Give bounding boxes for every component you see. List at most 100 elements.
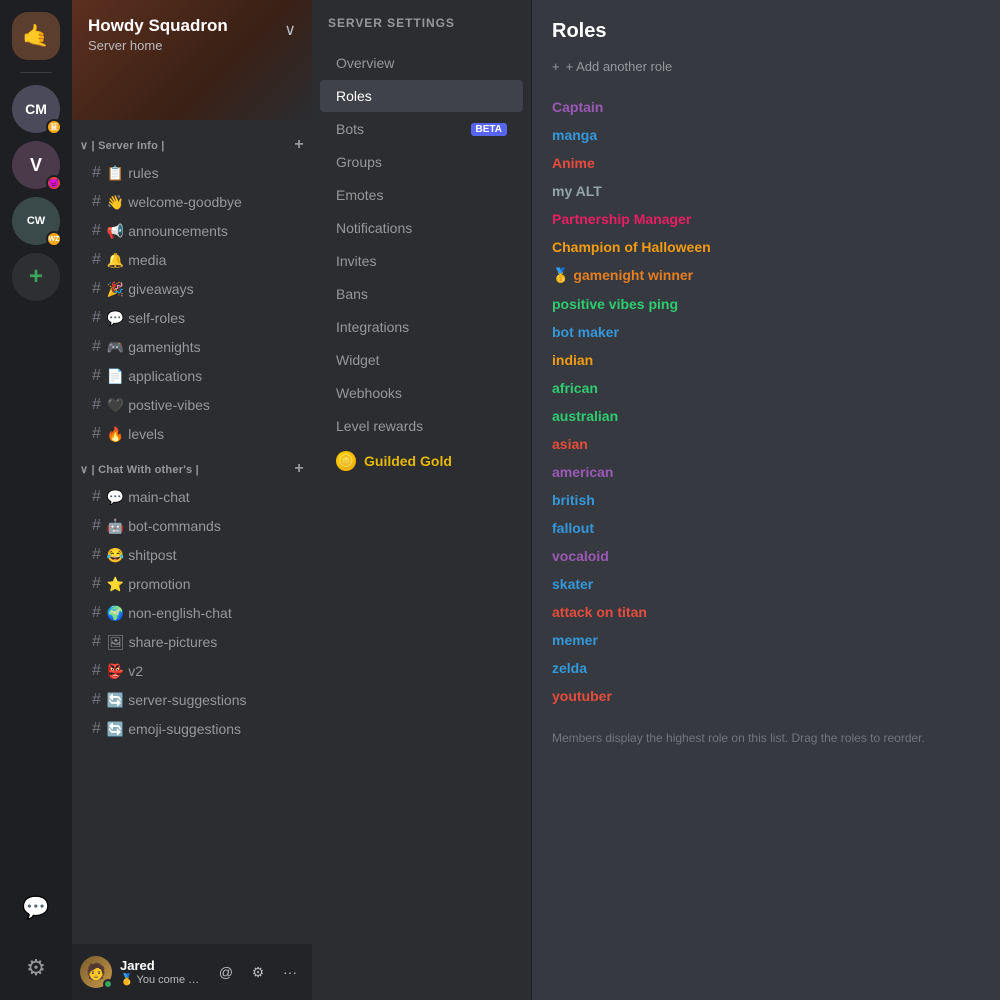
channel-bot-commands[interactable]: # 🤖 bot-commands [80,512,304,540]
channel-v2[interactable]: # 👺 v2 [80,657,304,685]
settings-panel-title: Server settings [312,0,531,46]
add-role-button[interactable]: + + Add another role [552,59,980,74]
settings-item-level-rewards[interactable]: Level rewards [320,410,523,442]
channel-giveaways[interactable]: # 🎉 giveaways [80,275,304,303]
role-item[interactable]: Captain [552,94,980,120]
active-server-icon[interactable]: 🤙 [12,12,60,60]
role-item[interactable]: bot maker [552,319,980,345]
add-channel-server-info[interactable]: + [294,136,304,154]
settings-item-invites[interactable]: Invites [320,245,523,277]
channel-emoji-suggestions[interactable]: # 🔄 emoji-suggestions [80,715,304,743]
channel-main-chat[interactable]: # 💬 main-chat [80,483,304,511]
role-item[interactable]: positive vibes ping [552,291,980,317]
role-item[interactable]: australian [552,403,980,429]
channel-non-english-chat[interactable]: # 🌍 non-english-chat [80,599,304,627]
role-item[interactable]: african [552,375,980,401]
role-item[interactable]: indian [552,347,980,373]
channel-promotion[interactable]: # ⭐ promotion [80,570,304,598]
role-item[interactable]: attack on titan [552,599,980,625]
role-item[interactable]: vocaloid [552,543,980,569]
hash-icon: # [92,280,101,298]
role-item[interactable]: american [552,459,980,485]
channel-applications[interactable]: # 📄 applications [80,362,304,390]
hash-icon: # [92,720,101,738]
add-server-button[interactable]: + [12,253,60,301]
mention-button[interactable]: @ [212,958,240,986]
channel-levels[interactable]: # 🔥 levels [80,420,304,448]
channel-announcements[interactable]: # 📢 announcements [80,217,304,245]
category-label: ∨ | Server Info | [80,139,165,152]
at-icon: @ [219,964,233,980]
hash-icon: # [92,425,101,443]
user-settings-button[interactable]: ⚙ [244,958,272,986]
settings-item-widget[interactable]: Widget [320,344,523,376]
channel-share-pictures[interactable]: # 🖼 share-pictures [80,628,304,656]
hash-icon: # [92,193,101,211]
settings-item-webhooks[interactable]: Webhooks [320,377,523,409]
role-item[interactable]: Partnership Manager [552,206,980,232]
hash-icon: # [92,338,101,356]
more-options-button[interactable]: ··· [276,958,304,986]
category-chat-others: ∨ | Chat With other's | + # 💬 main-chat … [72,452,312,743]
guilded-gold-label: Guilded Gold [364,453,452,469]
role-item[interactable]: youtuber [552,683,980,709]
server-header[interactable]: Howdy Squadron Server home ∨ [72,0,312,120]
user-settings-icon-btn[interactable]: ⚙ [12,944,60,992]
role-item[interactable]: fallout [552,515,980,541]
settings-item-integrations[interactable]: Integrations [320,311,523,343]
server-icon-cm[interactable]: CM 🇲 [12,85,60,133]
hash-icon: # [92,633,101,651]
channel-media[interactable]: # 🔔 media [80,246,304,274]
server-header-info: Howdy Squadron Server home [88,16,228,53]
settings-item-bans[interactable]: Bans [320,278,523,310]
guilded-gold-item[interactable]: 🪙 Guilded Gold [320,443,523,479]
user-info: Jared 🥇 You come again... [120,958,204,986]
server-dropdown-chevron[interactable]: ∨ [284,20,296,40]
settings-item-roles[interactable]: Roles [320,80,523,112]
dm-icon[interactable]: 💬 [12,884,60,932]
channel-gamenights[interactable]: # 🎮 gamenights [80,333,304,361]
roles-list: CaptainmangaAnimemy ALTPartnership Manag… [552,94,980,709]
role-item[interactable]: manga [552,122,980,148]
hash-icon: # [92,367,101,385]
settings-item-overview[interactable]: Overview [320,47,523,79]
settings-nav-panel: Server settings Overview Roles Bots BETA… [312,0,532,1000]
role-item[interactable]: Champion of Halloween [552,234,980,260]
settings-item-groups[interactable]: Groups [320,146,523,178]
channel-welcome-goodbye[interactable]: # 👋 welcome-goodbye [80,188,304,216]
server-icon-label: CW [27,215,45,227]
role-item[interactable]: memer [552,627,980,653]
ellipsis-icon: ··· [283,964,297,980]
role-item[interactable]: british [552,487,980,513]
role-item[interactable]: my ALT [552,178,980,204]
channel-server-suggestions[interactable]: # 🔄 server-suggestions [80,686,304,714]
server-badge-cm: 🇲 [46,119,62,135]
roles-panel-title: Roles [552,20,980,43]
channel-shitpost[interactable]: # 😂 shitpost [80,541,304,569]
channels-list: ∨ | Server Info | + # 📋 rules # 👋 welcom… [72,120,312,944]
server-icon-label: V [30,155,42,176]
settings-item-bots[interactable]: Bots BETA [320,113,523,145]
hash-icon: # [92,691,101,709]
channel-postive-vibes[interactable]: # 🖤 postive-vibes [80,391,304,419]
channel-rules[interactable]: # 📋 rules [80,159,304,187]
category-header-server-info[interactable]: ∨ | Server Info | + [72,128,312,158]
channel-sidebar: Howdy Squadron Server home ∨ ∨ | Server … [72,0,312,1000]
role-item[interactable]: skater [552,571,980,597]
settings-circle-icon: ⚙ [26,955,46,981]
role-item[interactable]: asian [552,431,980,457]
role-item[interactable]: Anime [552,150,980,176]
server-icon-cw[interactable]: CW WZ [12,197,60,245]
guilded-coin-icon: 🪙 [336,451,356,471]
add-channel-chat-others[interactable]: + [294,460,304,478]
hash-icon: # [92,517,101,535]
role-item[interactable]: 🥇 gamenight winner [552,262,980,289]
role-item[interactable]: zelda [552,655,980,681]
server-icon-v[interactable]: V 😈 [12,141,60,189]
channel-self-roles[interactable]: # 💬 self-roles [80,304,304,332]
hash-icon: # [92,164,101,182]
settings-item-emotes[interactable]: Emotes [320,179,523,211]
settings-item-notifications[interactable]: Notifications [320,212,523,244]
user-avatar[interactable]: 🧑 [80,956,112,988]
category-header-chat-others[interactable]: ∨ | Chat With other's | + [72,452,312,482]
